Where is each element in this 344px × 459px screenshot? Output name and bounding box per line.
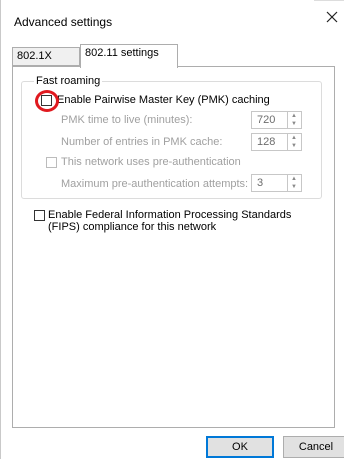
preauth-label: This network uses pre-authentication	[61, 156, 241, 168]
dialog-title: Advanced settings	[14, 15, 113, 29]
spin-up-icon[interactable]: ▲	[288, 112, 300, 120]
pmk-ttl-value: 720	[257, 114, 276, 126]
fips-label: Enable Federal Information Processing St…	[48, 209, 292, 233]
fast-roaming-group-label: Fast roaming	[34, 75, 103, 87]
pmk-entries-spinner[interactable]: 128 ▲ ▼	[251, 133, 302, 151]
max-preauth-label: Maximum pre-authentication attempts:	[61, 178, 249, 190]
max-preauth-spinner[interactable]: 3 ▲ ▼	[251, 174, 302, 192]
title-bar: Advanced settings	[1, 0, 344, 40]
pmk-caching-checkbox[interactable]	[41, 95, 52, 106]
pmk-ttl-spinner[interactable]: 720 ▲ ▼	[251, 111, 302, 129]
ok-button[interactable]: OK	[206, 436, 274, 458]
spin-up-icon[interactable]: ▲	[288, 175, 300, 183]
pmk-caching-label: Enable Pairwise Master Key (PMK) caching	[57, 94, 270, 106]
pmk-entries-spin-buttons: ▲ ▼	[287, 134, 301, 150]
close-button[interactable]	[309, 0, 344, 40]
spin-up-icon[interactable]: ▲	[288, 134, 300, 142]
preauth-checkbox[interactable]	[46, 157, 57, 168]
pmk-ttl-spin-buttons: ▲ ▼	[287, 112, 301, 128]
max-preauth-spin-buttons: ▲ ▼	[287, 175, 301, 191]
pmk-entries-value: 128	[257, 136, 276, 148]
cancel-button[interactable]: Cancel	[283, 436, 344, 458]
max-preauth-value: 3	[257, 177, 264, 189]
close-icon	[326, 11, 338, 23]
tab-802-1x-settings[interactable]: 802.1X settings	[12, 47, 80, 79]
tab-802-11-settings[interactable]: 802.11 settings	[80, 44, 178, 68]
pmk-ttl-label: PMK time to live (minutes):	[61, 114, 193, 126]
spin-down-icon[interactable]: ▼	[288, 120, 300, 128]
fips-checkbox[interactable]	[34, 210, 45, 221]
pmk-entries-label: Number of entries in PMK cache:	[61, 136, 223, 148]
spin-down-icon[interactable]: ▼	[288, 142, 300, 150]
advanced-settings-dialog: Advanced settings 802.1X settings 802.11…	[0, 0, 344, 459]
spin-down-icon[interactable]: ▼	[288, 183, 300, 191]
